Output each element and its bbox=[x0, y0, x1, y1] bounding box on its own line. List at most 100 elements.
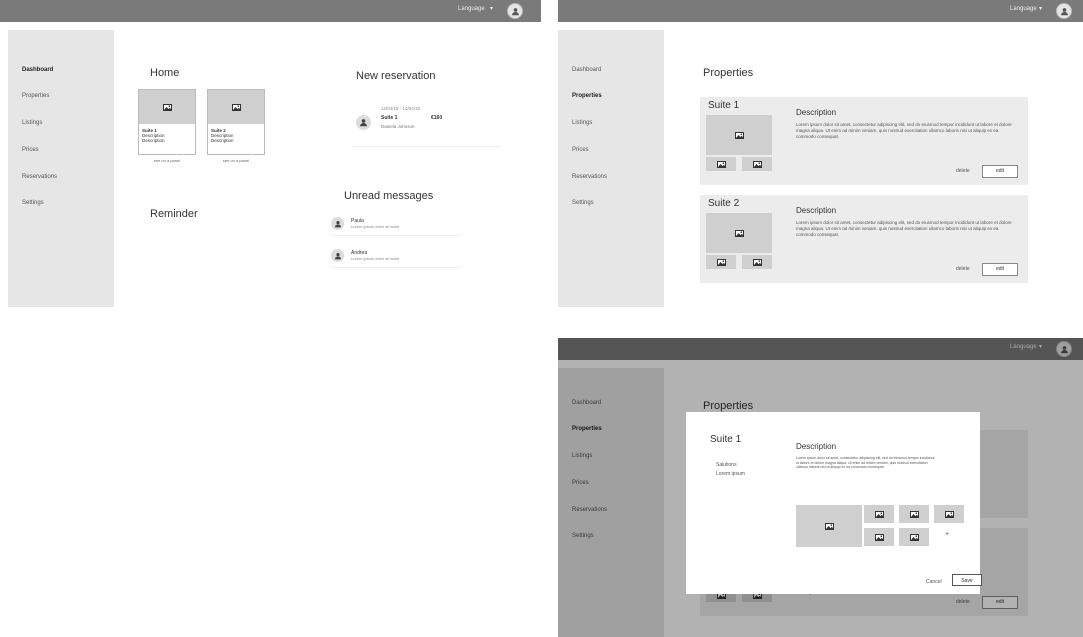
image-icon bbox=[824, 522, 834, 530]
sidebar-item-properties[interactable]: Properties bbox=[22, 93, 49, 99]
property-panel: Suite 2 Description Lorem ipsum dolor si… bbox=[700, 195, 1028, 283]
thumbnail-photo[interactable] bbox=[742, 255, 772, 269]
property-card[interactable]: Suite 2 Description Description bbox=[207, 89, 265, 155]
language-selector[interactable]: Language bbox=[458, 6, 485, 12]
image-icon bbox=[874, 510, 884, 518]
chevron-down-icon[interactable]: ▾ bbox=[490, 5, 493, 12]
image-icon bbox=[231, 103, 241, 111]
card-caption[interactable]: see on a panel bbox=[138, 158, 196, 163]
sidebar-item-settings[interactable]: Settings bbox=[22, 200, 44, 206]
property-name: Suite 2 bbox=[708, 198, 740, 209]
edit-modal-frame: Language ▾ Dashboard Properties Listings… bbox=[558, 338, 1083, 637]
language-selector[interactable]: Language bbox=[1010, 6, 1037, 12]
dashboard-frame: Language ▾ Dashboard Properties Listings… bbox=[0, 0, 541, 307]
modal-title: Suite 1 bbox=[710, 434, 742, 445]
reservation-suite: Suite 1 bbox=[381, 115, 398, 121]
main-photo[interactable] bbox=[706, 213, 772, 253]
delete-link[interactable]: delete bbox=[956, 168, 970, 174]
delete-link[interactable]: delete bbox=[956, 266, 970, 272]
home-title: Home bbox=[150, 67, 180, 79]
properties-frame: Language ▾ Dashboard Properties Listings… bbox=[558, 0, 1083, 307]
main-photo[interactable] bbox=[796, 505, 862, 547]
image-icon bbox=[734, 131, 744, 139]
user-avatar-button[interactable] bbox=[1056, 3, 1072, 19]
top-bar: Language ▾ bbox=[558, 0, 1083, 22]
edit-property-modal: Suite 1 Salutions Lorem ipsum Descriptio… bbox=[686, 412, 982, 594]
sidebar-item-prices[interactable]: Prices bbox=[572, 147, 589, 153]
thumbnail-photo[interactable] bbox=[706, 255, 736, 269]
description-heading: Description bbox=[796, 108, 837, 117]
card-description: Description bbox=[142, 138, 165, 143]
reminder-title: Reminder bbox=[150, 208, 198, 220]
image-icon bbox=[734, 229, 744, 237]
description-heading: Description bbox=[796, 442, 837, 451]
message-item[interactable]: Andrea Lorem ipsum dolor sit amet bbox=[331, 245, 461, 268]
thumbnail-photo[interactable] bbox=[706, 157, 736, 171]
sidebar-item-listings[interactable]: Listings bbox=[572, 120, 592, 126]
thumbnail-photo[interactable] bbox=[864, 505, 894, 523]
add-photo-button[interactable]: + bbox=[945, 531, 949, 538]
card-caption[interactable]: see on a panel bbox=[207, 158, 265, 163]
user-avatar-button[interactable] bbox=[507, 3, 523, 19]
property-name: Suite 1 bbox=[708, 100, 740, 111]
thumbnail-photo[interactable] bbox=[899, 505, 929, 523]
description-text[interactable]: Lorem ipsum dolor sit amet, consectetur … bbox=[796, 456, 936, 470]
image-icon bbox=[752, 160, 762, 168]
guest-avatar bbox=[356, 115, 371, 130]
edit-button[interactable]: edit bbox=[982, 165, 1018, 178]
sidebar-item-properties[interactable]: Properties bbox=[572, 93, 602, 99]
page-title: Properties bbox=[703, 67, 754, 79]
image-icon bbox=[752, 258, 762, 266]
modal-subtitle: Salutions bbox=[716, 462, 737, 468]
reservation-dates: 12/04/18 - 14/04/18 bbox=[381, 106, 421, 111]
top-bar: Language ▾ bbox=[0, 0, 541, 22]
image-icon bbox=[909, 510, 919, 518]
chevron-down-icon[interactable]: ▾ bbox=[1039, 5, 1042, 12]
image-icon bbox=[716, 160, 726, 168]
new-reservation-title: New reservation bbox=[356, 70, 436, 82]
sidebar-item-prices[interactable]: Prices bbox=[22, 147, 39, 153]
cancel-button[interactable]: Cancel bbox=[926, 579, 942, 585]
message-item[interactable]: Paula Lorem ipsum dolor sit amet bbox=[331, 213, 461, 236]
property-panel: Suite 1 Description Lorem ipsum dolor si… bbox=[700, 97, 1028, 185]
thumbnail-photo[interactable] bbox=[899, 528, 929, 546]
modal-subtitle: Lorem ipsum bbox=[716, 471, 745, 477]
image-icon bbox=[909, 533, 919, 541]
user-icon bbox=[511, 7, 519, 15]
sidebar-item-reservations[interactable]: Reservations bbox=[572, 174, 607, 180]
description-heading: Description bbox=[796, 206, 837, 215]
image-icon bbox=[944, 510, 954, 518]
user-icon bbox=[360, 119, 367, 127]
image-icon bbox=[716, 258, 726, 266]
sidebar-item-dashboard[interactable]: Dashboard bbox=[572, 67, 601, 73]
reservation-amount: €160 bbox=[431, 115, 443, 121]
sidebar: Dashboard Properties Listings Prices Res… bbox=[8, 30, 114, 307]
reservation-item[interactable]: 12/04/18 - 14/04/18 Suite 1 €160 Daniela… bbox=[352, 100, 500, 147]
sidebar-item-reservations[interactable]: Reservations bbox=[22, 174, 57, 180]
sidebar-item-settings[interactable]: Settings bbox=[572, 200, 594, 206]
image-icon bbox=[162, 103, 172, 111]
sender-avatar bbox=[331, 217, 344, 230]
main-photo[interactable] bbox=[706, 115, 772, 155]
unread-messages-title: Unread messages bbox=[344, 190, 434, 202]
user-icon bbox=[334, 220, 341, 227]
sidebar: Dashboard Properties Listings Prices Res… bbox=[558, 30, 664, 307]
edit-button[interactable]: edit bbox=[982, 263, 1018, 276]
reservation-guest: Daniela Johnson bbox=[381, 124, 415, 129]
sender-avatar bbox=[331, 249, 344, 262]
user-icon bbox=[334, 252, 341, 259]
save-button[interactable]: Save bbox=[952, 574, 982, 586]
message-preview: Lorem ipsum dolor sit amet bbox=[351, 224, 400, 229]
property-card[interactable]: Suite 1 Description Description bbox=[138, 89, 196, 155]
thumbnail-photo[interactable] bbox=[742, 157, 772, 171]
sidebar-item-dashboard[interactable]: Dashboard bbox=[22, 67, 53, 73]
thumbnail-photo[interactable] bbox=[934, 505, 964, 523]
message-preview: Lorem ipsum dolor sit amet bbox=[351, 256, 400, 261]
card-description: Description bbox=[211, 138, 234, 143]
user-icon bbox=[1060, 7, 1068, 15]
thumbnail-photo[interactable] bbox=[864, 528, 894, 546]
description-text: Lorem ipsum dolor sit amet, consectetur … bbox=[796, 122, 1012, 139]
sidebar-item-listings[interactable]: Listings bbox=[22, 120, 42, 126]
description-text: Lorem ipsum dolor sit amet, consectetur … bbox=[796, 220, 1012, 237]
image-icon bbox=[874, 533, 884, 541]
